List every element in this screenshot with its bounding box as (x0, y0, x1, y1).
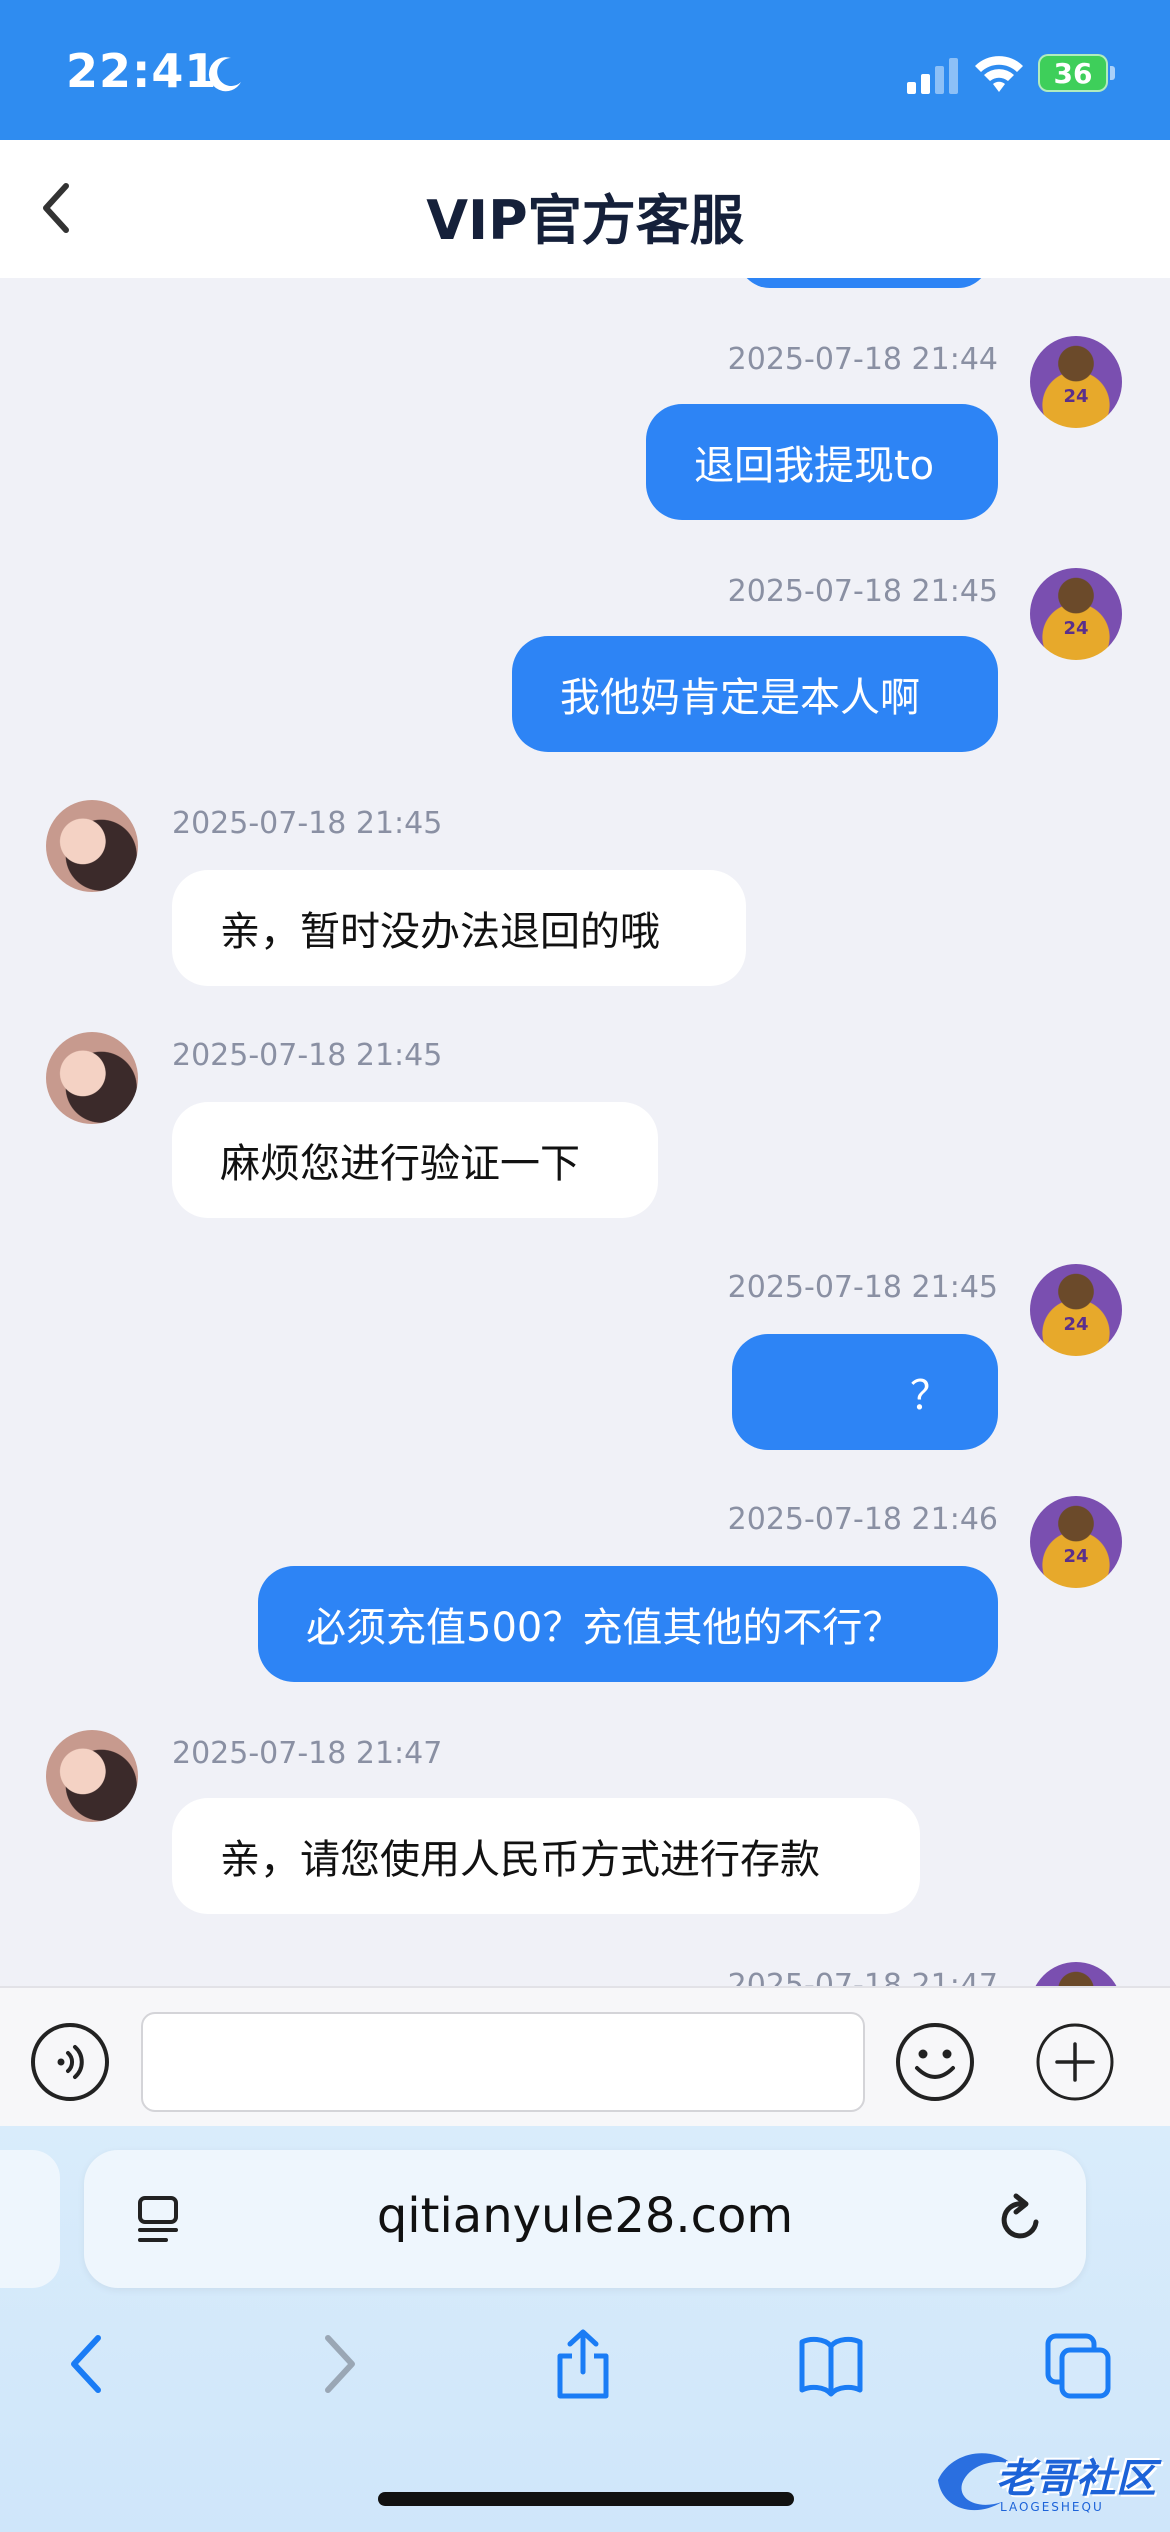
page-title: VIP官方客服 (426, 189, 744, 252)
user-avatar[interactable]: 24 (1030, 1962, 1122, 1986)
share-icon[interactable] (548, 2326, 618, 2402)
watermark-text: 老哥社区 (996, 2456, 1156, 2502)
cellular-signal-icon (907, 58, 958, 94)
message-bubble[interactable]: 我他妈肯定是本人啊 (512, 636, 998, 752)
status-time: 22:41 (66, 44, 218, 98)
message-timestamp: 2025-07-18 21:45 (172, 1038, 443, 1073)
browser-forward-icon[interactable] (304, 2326, 374, 2402)
add-attachment-icon[interactable] (1035, 2022, 1115, 2102)
user-avatar[interactable]: 24 (1030, 1264, 1122, 1356)
wifi-icon (975, 56, 1023, 92)
message-bubble[interactable]: 麻烦您进行验证一下 (172, 1102, 658, 1218)
bookmarks-icon[interactable] (796, 2326, 866, 2402)
chat-messages[interactable]: 24 2025-07-18 21:44 退回我提现to 24 2025-07-1… (0, 278, 1170, 1986)
watermark-subtext: LAOGESHEQU (1000, 2500, 1104, 2514)
tabs-icon[interactable] (1044, 2326, 1114, 2402)
message-timestamp: 2025-07-18 21:45 (172, 806, 443, 841)
voice-input-icon[interactable] (30, 2022, 110, 2102)
message-timestamp: 2025-07-18 21:47 (727, 1968, 998, 1986)
emoji-icon[interactable] (895, 2022, 975, 2102)
message-timestamp: 2025-07-18 21:47 (172, 1736, 443, 1771)
moon-icon (208, 57, 241, 92)
message-bubble[interactable]: 亲，请您使用人民币方式进行存款 (172, 1798, 920, 1914)
user-avatar[interactable]: 24 (1030, 1496, 1122, 1588)
message-timestamp: 2025-07-18 21:45 (727, 1270, 998, 1305)
message-timestamp: 2025-07-18 21:44 (727, 342, 998, 377)
status-bar: 22:41 36 (0, 0, 1170, 140)
message-timestamp: 2025-07-18 21:46 (727, 1502, 998, 1537)
agent-avatar[interactable] (46, 1032, 138, 1124)
browser-back-icon[interactable] (52, 2326, 122, 2402)
user-avatar[interactable]: 24 (1030, 568, 1122, 660)
user-avatar[interactable]: 24 (1030, 336, 1122, 428)
message-bubble[interactable]: ？ (732, 1334, 998, 1450)
message-input[interactable] (141, 2012, 865, 2112)
message-bubble[interactable]: 必须充值500？充值其他的不行？ (258, 1566, 998, 1682)
partial-message-bubble (738, 278, 990, 288)
message-bubble[interactable]: 退回我提现to (646, 404, 998, 520)
message-timestamp: 2025-07-18 21:45 (727, 574, 998, 609)
battery-cap (1110, 66, 1115, 80)
message-bubble[interactable]: 亲，暂时没办法退回的哦 (172, 870, 746, 986)
home-indicator[interactable] (378, 2492, 794, 2506)
agent-avatar[interactable] (46, 1730, 138, 1822)
agent-avatar[interactable] (46, 800, 138, 892)
reload-icon[interactable] (992, 2192, 1048, 2248)
battery-indicator: 36 (1038, 54, 1108, 92)
